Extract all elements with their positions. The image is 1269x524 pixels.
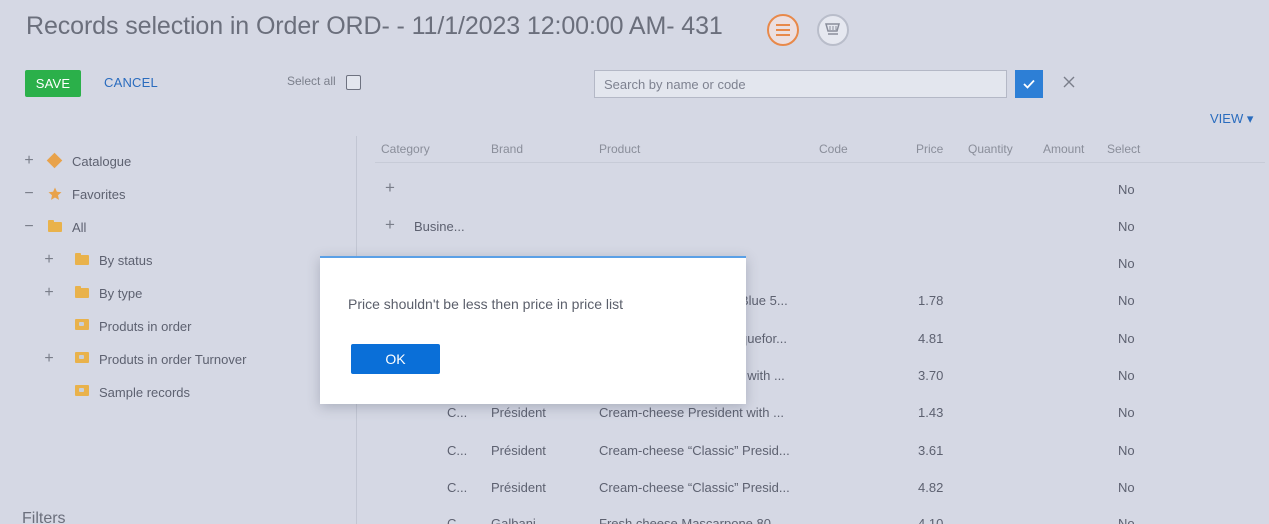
- cart-icon: [825, 23, 840, 35]
- product-cell: Fresh cheese Mascarpone 80...: [599, 516, 782, 524]
- column-header-code[interactable]: Code: [819, 142, 848, 156]
- collapse-icon[interactable]: −: [22, 185, 36, 203]
- page-title: Records selection in Order ORD- - 11/1/2…: [26, 12, 723, 40]
- folder-tree: + Catalogue − Favorites − All + By statu…: [22, 150, 246, 403]
- folder-icon: [75, 286, 89, 300]
- select-all-label: Select all: [287, 74, 336, 88]
- alert-dialog: Price shouldn't be less then price in pr…: [320, 256, 746, 404]
- tree-item-produts-in-order-turnover[interactable]: + Produts in order Turnover: [22, 348, 246, 370]
- tree-item-label: Produts in order: [99, 318, 192, 334]
- collapse-icon[interactable]: −: [22, 218, 36, 236]
- filters-heading: Filters: [22, 510, 66, 524]
- filter-folder-icon: [75, 319, 89, 333]
- price-cell: 4.82: [918, 480, 944, 495]
- clear-search-button[interactable]: [1063, 72, 1075, 94]
- select-cell[interactable]: No: [1118, 405, 1135, 420]
- dialog-message: Price shouldn't be less then price in pr…: [348, 296, 624, 312]
- header-divider: [375, 162, 1265, 163]
- check-icon: [1023, 79, 1035, 89]
- price-cell: 3.70: [918, 368, 944, 383]
- product-cell: Blue 5...: [740, 293, 788, 308]
- search-apply-button[interactable]: [1015, 70, 1043, 98]
- star-icon: [48, 187, 62, 201]
- list-icon: [776, 24, 790, 36]
- diamond-icon: [46, 152, 63, 169]
- cart-button[interactable]: [817, 14, 849, 46]
- view-menu-button[interactable]: VIEW ▾: [1210, 111, 1253, 127]
- tree-item-label: By status: [99, 252, 153, 268]
- brand-cell: Président: [491, 405, 546, 420]
- select-cell[interactable]: No: [1118, 516, 1135, 524]
- list-view-button[interactable]: [767, 14, 799, 46]
- tree-item-label: Produts in order Turnover: [99, 351, 247, 367]
- column-header-product[interactable]: Product: [599, 142, 640, 156]
- price-cell: 3.61: [918, 443, 944, 458]
- folder-icon: [75, 253, 89, 267]
- column-header-category[interactable]: Category: [381, 142, 430, 156]
- expand-icon[interactable]: +: [42, 350, 56, 368]
- expand-icon[interactable]: +: [42, 251, 56, 269]
- price-cell: 1.43: [918, 405, 944, 420]
- select-cell[interactable]: No: [1118, 443, 1135, 458]
- filter-folder-icon: [75, 352, 89, 366]
- save-button[interactable]: SAVE: [25, 70, 81, 97]
- category-cell: Busine...: [414, 219, 465, 234]
- column-header-brand[interactable]: Brand: [491, 142, 523, 156]
- category-cell: C...: [447, 480, 468, 495]
- select-cell[interactable]: No: [1118, 368, 1135, 383]
- category-cell: C...: [447, 405, 468, 420]
- select-cell[interactable]: No: [1118, 480, 1135, 495]
- cancel-button[interactable]: CANCEL: [104, 75, 158, 90]
- product-cell: Cream-cheese President with ...: [599, 405, 784, 420]
- tree-item-label: Favorites: [72, 186, 126, 202]
- column-header-amount[interactable]: Amount: [1043, 142, 1084, 156]
- price-cell: 4.10: [918, 516, 944, 524]
- tree-item-by-status[interactable]: + By status: [22, 249, 246, 271]
- select-cell[interactable]: No: [1118, 219, 1135, 234]
- tree-item-label: Catalogue: [72, 153, 132, 169]
- close-icon: [1063, 76, 1075, 88]
- group-expand-icon[interactable]: +: [385, 215, 395, 235]
- expand-icon[interactable]: +: [22, 152, 36, 170]
- brand-cell: Président: [491, 443, 546, 458]
- tree-item-all[interactable]: − All: [22, 216, 246, 238]
- select-cell[interactable]: No: [1118, 182, 1135, 197]
- ok-button[interactable]: OK: [351, 344, 440, 374]
- product-cell: quefor...: [740, 331, 787, 346]
- select-cell[interactable]: No: [1118, 256, 1135, 271]
- price-cell: 4.81: [918, 331, 944, 346]
- select-all-checkbox[interactable]: [346, 75, 361, 90]
- column-header-quantity[interactable]: Quantity: [968, 142, 1013, 156]
- product-cell: t with ...: [740, 368, 785, 383]
- tree-item-by-type[interactable]: + By type: [22, 282, 246, 304]
- group-expand-icon[interactable]: +: [385, 178, 395, 198]
- category-cell: C...: [447, 516, 468, 524]
- expand-icon[interactable]: +: [42, 284, 56, 302]
- tree-item-produts-in-order[interactable]: Produts in order: [22, 315, 246, 337]
- select-cell[interactable]: No: [1118, 331, 1135, 346]
- tree-item-label: All: [72, 219, 87, 235]
- product-cell: Cream-cheese “Classic” Presid...: [599, 443, 790, 458]
- price-cell: 1.78: [918, 293, 944, 308]
- tree-item-catalogue[interactable]: + Catalogue: [22, 150, 246, 172]
- brand-cell: Président: [491, 480, 546, 495]
- folder-icon: [48, 220, 62, 234]
- tree-item-label: Sample records: [99, 384, 191, 400]
- filter-folder-icon: [75, 385, 89, 399]
- tree-item-sample-records[interactable]: Sample records: [22, 381, 246, 403]
- brand-cell: Galbani: [491, 516, 536, 524]
- column-header-select[interactable]: Select: [1107, 142, 1140, 156]
- category-cell: C...: [447, 443, 468, 458]
- product-cell: Cream-cheese “Classic” Presid...: [599, 480, 790, 495]
- tree-item-label: By type: [99, 285, 143, 301]
- search-input[interactable]: Search by name or code: [594, 70, 1007, 98]
- column-header-price[interactable]: Price: [916, 142, 943, 156]
- select-cell[interactable]: No: [1118, 293, 1135, 308]
- tree-item-favorites[interactable]: − Favorites: [22, 183, 246, 205]
